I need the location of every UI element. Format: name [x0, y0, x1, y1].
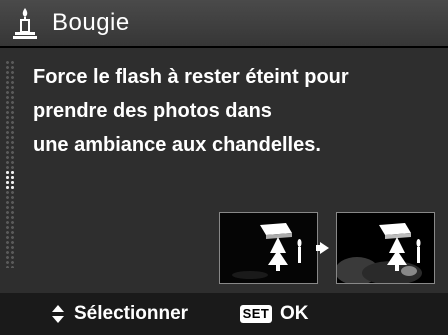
description-line: une ambiance aux chandelles. — [33, 134, 321, 156]
mode-description: Force le flash à rester éteint pour pren… — [33, 60, 433, 162]
set-button-badge[interactable]: SET — [240, 305, 272, 323]
title-bar: Bougie — [0, 0, 448, 48]
scrollbar-track — [5, 60, 15, 268]
page-title: Bougie — [52, 9, 130, 36]
ok-hint-label: OK — [280, 303, 309, 324]
description-line: Force le flash à rester éteint pour — [33, 66, 349, 88]
select-hint-label: Sélectionner — [74, 303, 189, 324]
description-line: prendre des photos dans — [33, 100, 272, 122]
preview-after — [336, 212, 435, 284]
preview-before — [219, 212, 318, 284]
description-panel: Force le flash à rester éteint pour pren… — [0, 48, 448, 293]
candle-scene-ambient-icon — [337, 213, 434, 283]
arrow-right-icon — [320, 242, 329, 254]
scrollbar[interactable] — [5, 60, 15, 268]
footer-hint-bar: Sélectionner SET OK — [0, 293, 448, 335]
candle-icon — [13, 8, 37, 39]
scrollbar-thumb[interactable] — [5, 170, 15, 190]
scene-mode-screen: Bougie Force le flash à rester éteint po… — [0, 0, 448, 335]
up-down-arrows-icon — [52, 305, 64, 323]
candle-scene-flash-icon — [220, 213, 317, 283]
